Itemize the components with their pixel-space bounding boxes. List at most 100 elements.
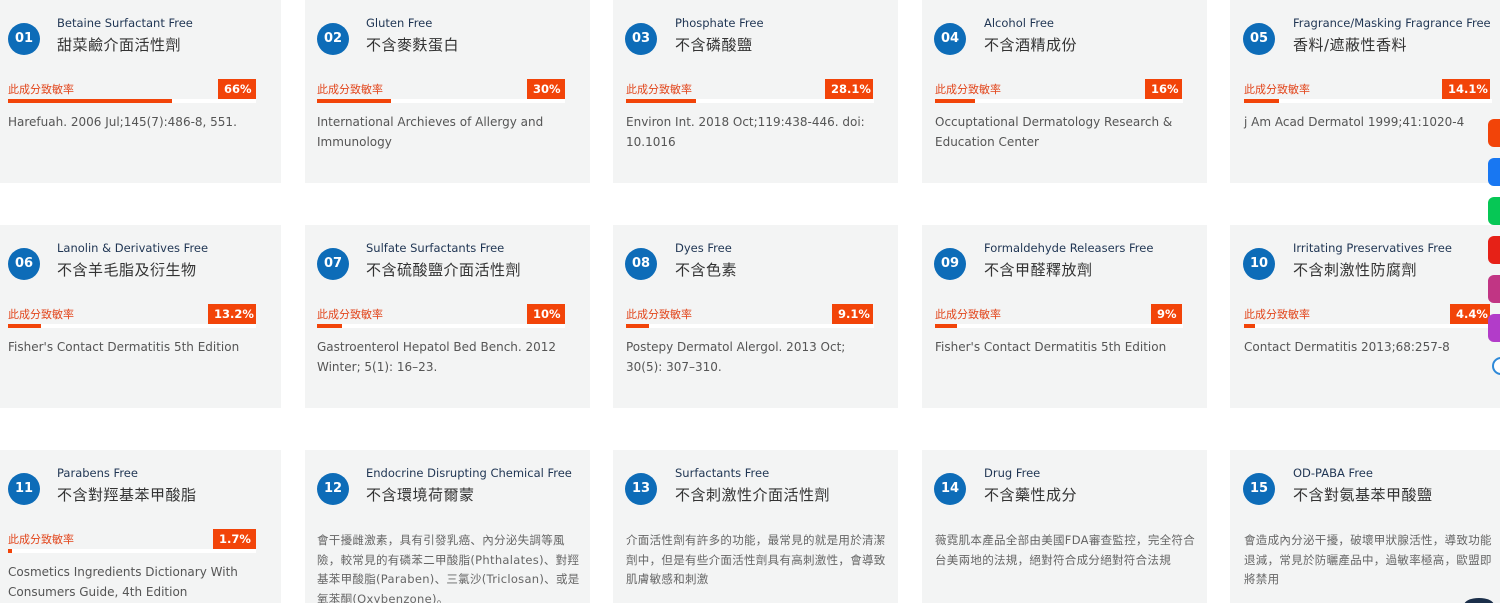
home-icon[interactable] <box>1488 119 1500 147</box>
sensitivity-label: 此成分致敏率 <box>317 308 383 321</box>
line-icon[interactable] <box>1488 197 1500 225</box>
card-title-en: Dyes Free <box>675 241 732 255</box>
card-source: Harefuah. 2006 Jul;145(7):486-8, 551. <box>8 115 237 129</box>
card-title-zh: 不含對氨基苯甲酸鹽 <box>1293 486 1433 504</box>
sensitivity-bar <box>626 324 874 328</box>
free-from-grid: 01 Betaine Surfactant Free 甜菜鹼介面活性劑 此成分致… <box>0 0 1500 603</box>
card-description: 會造成內分泌干擾，破壞甲狀腺活性，導致功能退減，常見於防曬產品中，過敏率極高，歐… <box>1244 533 1492 586</box>
card-number: 02 <box>317 23 349 55</box>
sensitivity-rate-badge: 9.1% <box>832 304 873 324</box>
card-source: Gastroenterol Hepatol Bed Bench. 2012 Wi… <box>317 340 557 374</box>
card-title-en: Formaldehyde Releasers Free <box>984 241 1154 255</box>
card-description: 會干擾雌激素，具有引發乳癌、內分泌失調等風險，較常見的有磷苯二甲酸脂(Phtha… <box>317 533 580 603</box>
sensitivity-label: 此成分致敏率 <box>8 533 74 546</box>
sensitivity-bar <box>1244 324 1492 328</box>
card-title-zh: 不含環境荷爾蒙 <box>366 486 475 504</box>
card-title-en: Surfactants Free <box>675 466 770 480</box>
sensitivity-rate-badge: 14.1% <box>1442 79 1490 99</box>
sensitivity-rate-badge: 1.7% <box>213 529 256 549</box>
sensitivity-bar-fill <box>935 99 975 103</box>
card-title-en: Gluten Free <box>366 16 433 30</box>
sensitivity-bar-fill <box>1244 99 1279 103</box>
card-source: Fisher's Contact Dermatitis 5th Edition <box>935 340 1167 354</box>
card-title-zh: 不含甲醛釋放劑 <box>984 261 1093 279</box>
card-title-en: Irritating Preservatives Free <box>1293 241 1452 255</box>
card-source: Fisher's Contact Dermatitis 5th Edition <box>8 340 240 354</box>
sensitivity-bar <box>317 99 565 103</box>
card-title-zh: 不含刺激性介面活性劑 <box>675 486 831 504</box>
sensitivity-bar-fill <box>8 324 41 328</box>
ingredient-card: 01 Betaine Surfactant Free 甜菜鹼介面活性劑 此成分致… <box>0 0 281 183</box>
card-source: Occuptational Dermatology Research & Edu… <box>935 115 1173 149</box>
sensitivity-rate-badge: 13.2% <box>208 304 256 324</box>
card-source: j Am Acad Dermatol 1999;41:1020-4 <box>1244 115 1465 129</box>
card-number: 05 <box>1243 23 1275 55</box>
sensitivity-bar <box>8 99 256 103</box>
card-title-zh: 不含色素 <box>675 261 738 279</box>
card-title-en: Sulfate Surfactants Free <box>366 241 505 255</box>
ingredient-card: 03 Phosphate Free 不含磷酸鹽 此成分致敏率 28.1% Env… <box>613 0 898 183</box>
card-source: Cosmetics Ingredients Dictionary With Co… <box>8 565 238 599</box>
sensitivity-bar-fill <box>317 324 342 328</box>
card-title-en: Phosphate Free <box>675 16 764 30</box>
ingredient-card: 06 Lanolin & Derivatives Free 不含羊毛脂及衍生物 … <box>0 225 281 408</box>
sensitivity-bar-fill <box>8 99 172 103</box>
card-title-zh: 香料/遮蔽性香料 <box>1293 36 1408 54</box>
sensitivity-label: 此成分致敏率 <box>8 308 74 321</box>
sensitivity-label: 此成分致敏率 <box>935 83 1001 96</box>
card-number: 12 <box>317 473 349 505</box>
card-number: 07 <box>317 248 349 280</box>
card-title-zh: 不含藥性成分 <box>984 486 1078 504</box>
card-number: 04 <box>934 23 966 55</box>
card-number: 03 <box>625 23 657 55</box>
sensitivity-label: 此成分致敏率 <box>1244 308 1310 321</box>
card-source: Environ Int. 2018 Oct;119:438-446. doi: … <box>626 115 865 149</box>
sensitivity-bar-fill <box>1244 324 1255 328</box>
card-title-zh: 不含麥麩蛋白 <box>366 36 460 54</box>
card-number: 06 <box>8 248 40 280</box>
card-source: Contact Dermatitis 2013;68:257-8 <box>1244 340 1450 354</box>
ingredient-card: 12 Endocrine Disrupting Chemical Free 不含… <box>305 450 590 603</box>
card-source: International Archieves of Allergy and I… <box>317 115 544 149</box>
ingredient-card: 11 Parabens Free 不含對羥基苯甲酸脂 此成分致敏率 1.7% C… <box>0 450 281 603</box>
sensitivity-rate-badge: 10% <box>527 304 565 324</box>
card-title-en: Drug Free <box>984 466 1041 480</box>
sensitivity-bar <box>935 324 1183 328</box>
sensitivity-bar-fill <box>935 324 958 328</box>
card-number: 09 <box>934 248 966 280</box>
sensitivity-bar-fill <box>317 99 392 103</box>
card-title-zh: 不含羊毛脂及衍生物 <box>57 261 197 279</box>
ingredient-card: 10 Irritating Preservatives Free 不含刺激性防腐… <box>1230 225 1500 408</box>
sensitivity-label: 此成分致敏率 <box>626 83 692 96</box>
card-title-en: Endocrine Disrupting Chemical Free <box>366 466 572 480</box>
card-number: 15 <box>1243 473 1275 505</box>
sensitivity-bar <box>8 324 256 328</box>
ingredient-card: 07 Sulfate Surfactants Free 不含硫酸鹽介面活性劑 此… <box>305 225 590 408</box>
threads-icon[interactable] <box>1488 314 1500 342</box>
sensitivity-bar <box>626 99 874 103</box>
card-number: 14 <box>934 473 966 505</box>
card-title-en: Parabens Free <box>57 466 138 480</box>
card-title-zh: 不含對羥基苯甲酸脂 <box>57 486 197 504</box>
ingredient-card: 15 OD-PABA Free 不含對氨基苯甲酸鹽 會造成內分泌干擾，破壞甲狀腺… <box>1230 450 1500 603</box>
card-title-en: OD-PABA Free <box>1293 466 1373 480</box>
ingredient-card: 13 Surfactants Free 不含刺激性介面活性劑 介面活性劑有許多的… <box>613 450 898 603</box>
instagram-icon[interactable] <box>1488 275 1500 303</box>
card-title-en: Betaine Surfactant Free <box>57 16 193 30</box>
card-title-en: Lanolin & Derivatives Free <box>57 241 209 255</box>
sensitivity-rate-badge: 4.4% <box>1450 304 1490 324</box>
sensitivity-rate-badge: 9% <box>1151 304 1182 324</box>
sensitivity-bar <box>935 99 1183 103</box>
card-number: 11 <box>8 473 40 505</box>
sensitivity-bar <box>8 549 256 553</box>
youtube-icon[interactable] <box>1488 236 1500 264</box>
sensitivity-label: 此成分致敏率 <box>317 83 383 96</box>
card-title-en: Alcohol Free <box>984 16 1054 30</box>
facebook-icon[interactable] <box>1488 158 1500 186</box>
sensitivity-label: 此成分致敏率 <box>8 83 74 96</box>
ingredient-card: 14 Drug Free 不含藥性成分 薇霓肌本產品全部由美國FDA審查監控，完… <box>922 450 1207 603</box>
card-title-en: Fragrance/Masking Fragrance Free <box>1293 16 1491 30</box>
sensitivity-bar-fill <box>626 99 696 103</box>
sensitivity-rate-badge: 16% <box>1145 79 1182 99</box>
sensitivity-bar-fill <box>8 549 13 553</box>
